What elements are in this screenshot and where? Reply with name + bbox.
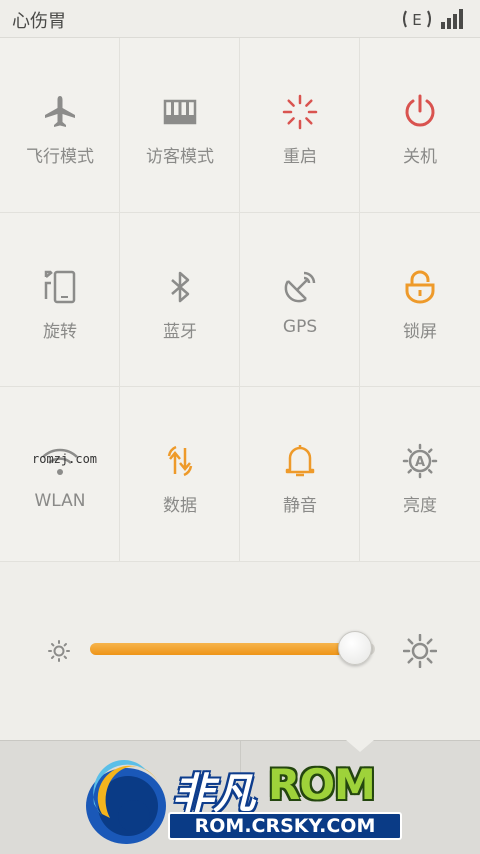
reboot-icon <box>280 92 320 132</box>
toggle-label: 重启 <box>283 147 317 167</box>
toggle-label: GPS <box>282 316 318 337</box>
toggle-label: 数据 <box>163 496 197 517</box>
carrier-name: 心伤胃 <box>12 11 66 32</box>
status-bar: 心伤胃 E <box>0 0 480 38</box>
toggle-guest-mode[interactable]: 访客模式 <box>120 38 240 213</box>
toggle-reboot[interactable]: 重启 <box>240 38 360 213</box>
toggle-lock-screen[interactable]: 锁屏 <box>360 212 480 388</box>
watermark-logo: 非凡 ROM ROM.CRSKY.COM <box>80 758 410 850</box>
toggle-label: 蓝牙 <box>163 321 197 342</box>
toggle-label: 关机 <box>403 147 437 167</box>
toggle-airplane-mode[interactable]: 飞行模式 <box>0 38 120 213</box>
toggle-rotate[interactable]: 旋转 <box>0 212 120 388</box>
svg-text:A: A <box>415 455 425 470</box>
brightness-panel <box>0 562 480 740</box>
quick-toggle-grid: 飞行模式 访客模式 重启 关机 旋转 蓝牙 GPS 锁屏 WLAN 数据 静音 … <box>0 38 480 562</box>
tab-selected-pointer-icon <box>346 739 374 758</box>
brightness-slider[interactable] <box>90 643 375 655</box>
toggle-gps[interactable]: GPS <box>240 212 360 388</box>
toggle-label: 亮度 <box>403 496 437 517</box>
toggle-auto-brightness[interactable]: A 亮度 <box>360 387 480 562</box>
toggle-label: WLAN <box>34 491 86 512</box>
network-e-icon: E <box>400 8 434 34</box>
auto-brightness-icon: A <box>400 441 440 481</box>
brightness-level-fill <box>90 643 356 655</box>
toggle-label: 旋转 <box>43 321 77 342</box>
toggle-wlan[interactable]: WLAN <box>0 387 120 562</box>
overlay-watermark-text: romzj.com <box>32 452 98 466</box>
toggle-label: 静音 <box>283 496 317 517</box>
bluetooth-icon <box>160 267 200 307</box>
data-icon <box>160 441 200 481</box>
bell-icon <box>280 441 320 481</box>
guest-mode-icon <box>160 92 200 132</box>
toggle-silent[interactable]: 静音 <box>240 387 360 562</box>
toggle-label: 访客模式 <box>146 147 214 167</box>
brightness-slider-thumb[interactable] <box>338 631 373 665</box>
brightness-high-icon <box>402 633 438 672</box>
watermark-swirl-icon <box>86 759 166 844</box>
toggle-power-off[interactable]: 关机 <box>360 38 480 213</box>
gps-icon <box>280 267 320 307</box>
airplane-icon <box>40 92 80 132</box>
toggle-mobile-data[interactable]: 数据 <box>120 387 240 562</box>
watermark-url: ROM.CRSKY.COM <box>168 812 402 840</box>
toggle-label: 飞行模式 <box>26 147 94 167</box>
rotate-icon <box>40 267 80 307</box>
lock-icon <box>400 267 440 307</box>
toggle-label: 锁屏 <box>403 321 437 342</box>
watermark-title-rom: ROM <box>268 760 376 809</box>
toggle-bluetooth[interactable]: 蓝牙 <box>120 212 240 388</box>
svg-text:E: E <box>412 11 421 29</box>
brightness-low-icon <box>46 638 72 668</box>
signal-bars-icon <box>440 8 466 34</box>
power-icon <box>400 92 440 132</box>
